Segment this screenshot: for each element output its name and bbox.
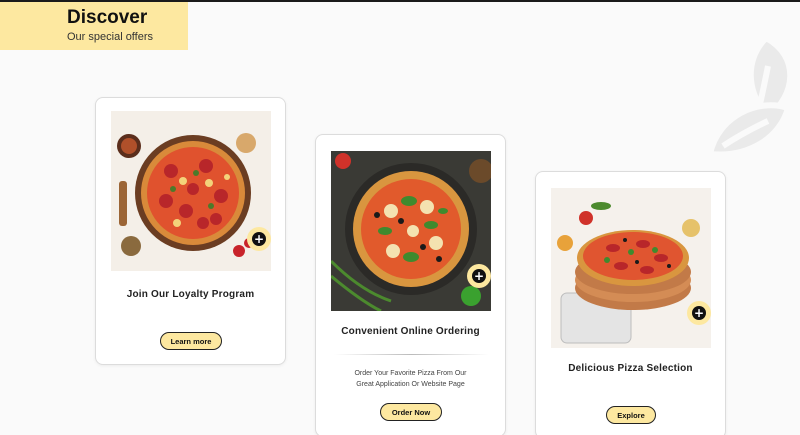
order-now-button[interactable]: Order Now [380,403,442,421]
page-title: Discover [67,7,148,28]
pizza-image [331,151,491,311]
plus-circle-icon: + [252,232,266,246]
title-divider [334,354,489,355]
offer-card-loyalty: + Join Our Loyalty Program Learn more [95,97,286,365]
section-header: Discover Our special offers [0,2,188,50]
card-title: Convenient Online Ordering [341,326,480,337]
add-offer-button[interactable]: + [467,264,491,288]
pizza-image [551,188,711,348]
offer-card-pizza-selection: + Delicious Pizza Selection Explore [535,171,726,435]
add-offer-button[interactable]: + [687,301,711,325]
add-offer-button[interactable]: + [247,227,271,251]
offer-card-online-ordering: + Convenient Online Ordering Order Your … [315,134,506,435]
card-title: Join Our Loyalty Program [126,289,255,300]
pizza-image [111,111,271,271]
pizza-illustration [331,151,491,311]
card-title: Delicious Pizza Selection [568,363,693,374]
explore-button[interactable]: Explore [606,406,656,424]
pizza-illustration [111,111,271,271]
page-subtitle: Our special offers [67,31,154,43]
plus-circle-icon: + [692,306,706,320]
learn-more-button[interactable]: Learn more [160,332,222,350]
card-description: Order Your Favorite Pizza From Our Great… [354,370,467,388]
pizza-illustration [551,188,711,348]
leaf-decoration-icon [708,36,794,158]
plus-circle-icon: + [472,269,486,283]
